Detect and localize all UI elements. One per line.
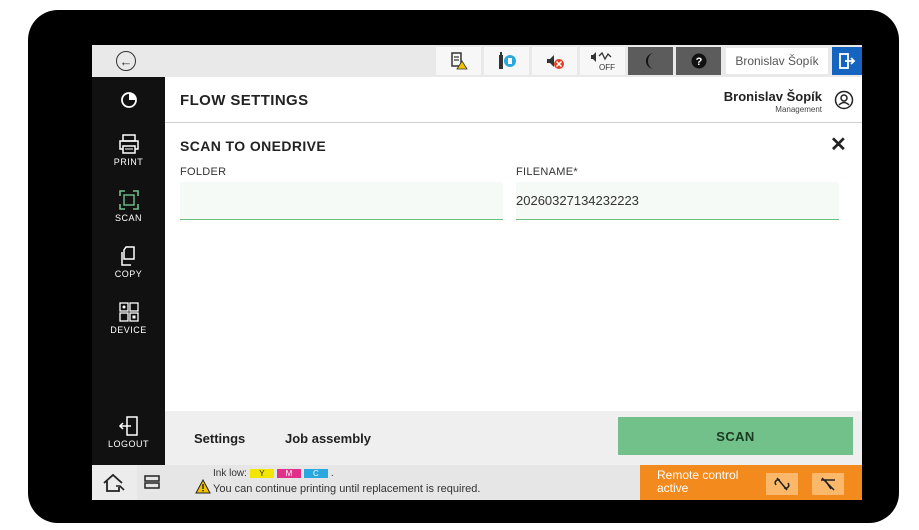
sleep-moon-icon <box>645 53 654 69</box>
ink-chip-yellow: Y <box>249 469 274 478</box>
page-header: FLOW SETTINGS Bronislav Šopík Management <box>165 77 862 123</box>
device-icon <box>118 302 139 322</box>
sidebar-item-device[interactable]: DEVICE <box>92 301 165 335</box>
device-info-icon <box>498 52 516 69</box>
print-icon <box>118 134 139 154</box>
status-icons: OFF ? <box>436 47 721 75</box>
page-title: FLOW SETTINGS <box>180 92 309 109</box>
sound-off-icon: OFF <box>590 51 615 72</box>
ink-low-text: Ink low: <box>213 468 247 479</box>
sound-muted-icon <box>546 55 564 69</box>
sound-muted-status[interactable] <box>532 47 577 75</box>
sidebar: PRINT SCAN COPY DEVICE LOGOUT <box>92 77 165 465</box>
folder-field[interactable] <box>180 182 503 220</box>
ink-suffix: . <box>330 468 334 479</box>
remote-unlink-button[interactable] <box>766 473 798 495</box>
remote-control-banner: Remote control active <box>640 465 862 500</box>
back-button[interactable]: ← <box>116 51 136 71</box>
ink-low-line: Ink low: Y M C . <box>213 468 334 479</box>
help-icon: ? <box>691 53 706 69</box>
user-avatar-icon[interactable] <box>834 90 854 110</box>
status-bar: ← OFF ? Bronislav Šopík <box>92 45 862 77</box>
toner-warning-status[interactable] <box>436 47 481 75</box>
remote-disconnect-button[interactable] <box>812 473 844 495</box>
ink-chip-magenta: M <box>276 469 301 478</box>
warning-icon <box>195 479 211 494</box>
logout-top-button[interactable] <box>832 47 862 75</box>
sleep-status[interactable] <box>628 47 673 75</box>
toner-warning-icon <box>450 52 468 70</box>
exit-icon <box>839 53 856 69</box>
job-assembly-button[interactable]: Job assembly <box>285 431 371 446</box>
sidebar-item-label: COPY <box>114 269 143 279</box>
remote-control-text: Remote control active <box>657 468 739 495</box>
folder-label: FOLDER <box>180 166 227 178</box>
sidebar-item-copy[interactable]: COPY <box>92 245 165 279</box>
header-user-role: Management <box>775 105 822 114</box>
scan-icon <box>118 190 139 210</box>
scan-button[interactable]: SCAN <box>618 417 853 455</box>
home-icon <box>102 473 125 492</box>
header-user-name: Bronislav Šopík <box>723 89 822 104</box>
device-info-status[interactable] <box>484 47 529 75</box>
unlink-icon <box>774 477 790 491</box>
screen: ← OFF ? Bronislav Šopík PRINT SCAN COPY … <box>92 45 862 500</box>
sidebar-logout[interactable]: LOGOUT <box>92 415 165 449</box>
copy-icon <box>120 246 135 266</box>
logout-label: LOGOUT <box>107 439 149 449</box>
svg-text:?: ? <box>695 56 702 68</box>
sidebar-item-label: DEVICE <box>110 325 147 335</box>
filename-label: FILENAME* <box>516 166 578 178</box>
help-status[interactable]: ? <box>676 47 721 75</box>
filename-field[interactable]: 20260327134232223 <box>516 182 839 220</box>
sidebar-item-print[interactable]: PRINT <box>92 133 165 167</box>
panel-title: SCAN TO ONEDRIVE <box>180 138 327 154</box>
close-button[interactable]: ✕ <box>830 135 847 155</box>
logout-icon <box>118 416 138 436</box>
sound-off-badge: OFF <box>599 63 615 72</box>
ink-chip-cyan: C <box>303 469 328 478</box>
settings-button[interactable]: Settings <box>194 431 245 446</box>
filename-value: 20260327134232223 <box>516 193 639 208</box>
sidebar-item-label: SCAN <box>114 213 142 223</box>
sidebar-item-scan[interactable]: SCAN <box>92 189 165 223</box>
ink-message: You can continue printing until replacem… <box>213 483 481 495</box>
timer-icon <box>120 92 137 108</box>
arrow-left-icon: ← <box>119 53 133 69</box>
sidebar-item-label: PRINT <box>113 157 144 167</box>
cursor-off-icon <box>821 477 835 491</box>
footer-bar: Ink low: Y M C . You can continue printi… <box>92 465 862 500</box>
sound-off-status[interactable]: OFF <box>580 47 625 75</box>
home-button[interactable] <box>92 465 137 500</box>
status-user-name[interactable]: Bronislav Šopík <box>726 48 828 74</box>
sidebar-home-item[interactable] <box>92 77 165 123</box>
job-list-icon[interactable] <box>144 473 160 491</box>
